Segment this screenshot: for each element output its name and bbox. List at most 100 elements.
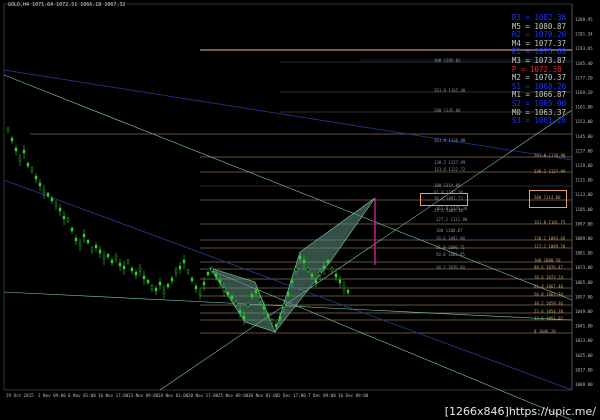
candle-body bbox=[314, 279, 318, 284]
candle-body bbox=[34, 175, 38, 180]
fib-label: 300 1185.02 bbox=[434, 58, 461, 63]
price-tick: 1153.00 bbox=[575, 119, 593, 124]
price-tick: 1137.00 bbox=[575, 148, 593, 153]
price-tick: 1161.00 bbox=[575, 105, 593, 110]
price-tick: 1097.00 bbox=[575, 221, 593, 226]
candle-body bbox=[114, 255, 118, 260]
price-chart[interactable]: 1209.95 1201.34 1193.65 1185.40 1177.20 1169.… bbox=[0, 0, 600, 420]
candle-body bbox=[302, 259, 306, 264]
price-tick: 1193.65 bbox=[575, 46, 593, 51]
candle-body bbox=[74, 237, 78, 242]
fib-label: 88.6 1076.47 bbox=[534, 265, 563, 270]
candle-body bbox=[286, 291, 290, 296]
fib-label: 127.2 1111.80 bbox=[436, 217, 468, 222]
candle-body bbox=[182, 259, 186, 264]
time-tick: 10 Nov 17:00 bbox=[98, 393, 129, 398]
price-tick: 1185.40 bbox=[575, 61, 593, 66]
candle-body bbox=[258, 297, 262, 302]
price-axis: 1209.95 1201.34 1193.65 1185.40 1177.20 1169.… bbox=[575, 17, 593, 387]
fib-label: 161.8 1136.98 bbox=[434, 138, 466, 143]
time-tick: 7 Dec 09:00 bbox=[308, 393, 336, 398]
candle-body bbox=[58, 207, 62, 212]
candle-body bbox=[50, 197, 54, 202]
candle-body bbox=[98, 249, 102, 254]
candle-body bbox=[90, 247, 94, 252]
candle-body bbox=[218, 279, 222, 284]
fib-label: 38.2 1059.36 bbox=[534, 301, 563, 306]
candle-body bbox=[338, 279, 342, 284]
candle-body bbox=[78, 242, 82, 247]
candle-body bbox=[290, 279, 294, 284]
fib-label: 238.2 1127.99 bbox=[534, 169, 566, 174]
candle-body bbox=[278, 315, 282, 320]
candle-body bbox=[118, 262, 122, 267]
price-tick: 1041.00 bbox=[575, 324, 593, 329]
candle-body bbox=[162, 289, 166, 294]
time-tick: 30 Nov 01:00 bbox=[248, 393, 279, 398]
time-tick: 29 Oct 2015 bbox=[6, 393, 34, 398]
candle-body bbox=[230, 295, 234, 300]
candle-body bbox=[234, 301, 238, 306]
candle-body bbox=[210, 267, 214, 272]
time-tick: 6 Nov 01:00 bbox=[68, 393, 96, 398]
candle-body bbox=[6, 127, 10, 132]
price-tick: 1129.00 bbox=[575, 163, 593, 168]
candle-body bbox=[158, 281, 162, 286]
price-tick: 1081.00 bbox=[575, 251, 593, 256]
candle-body bbox=[26, 162, 30, 167]
candle-body bbox=[170, 277, 174, 282]
candle-body bbox=[334, 273, 338, 278]
fib-label: 200 1145.88 bbox=[434, 108, 461, 113]
fib-label: 61.8 1102.70 bbox=[434, 190, 463, 195]
candle-body bbox=[70, 227, 74, 232]
candle-body bbox=[166, 283, 170, 288]
candle-body bbox=[254, 289, 258, 294]
candle-body bbox=[198, 291, 202, 296]
candle-body bbox=[82, 233, 86, 238]
pivot-level: S3 = 1061.26 bbox=[511, 116, 566, 126]
price-tick: 1025.00 bbox=[575, 353, 593, 358]
candle-body bbox=[62, 215, 66, 220]
candle-body bbox=[326, 259, 330, 264]
time-tick: 2 Dec 17:00 bbox=[278, 393, 306, 398]
fib-label: 0 1046.28 bbox=[534, 329, 556, 334]
price-tick: 1033.00 bbox=[575, 338, 593, 343]
fib-label: 100 1100.87 bbox=[436, 228, 463, 233]
fib-label: 261.8 1165.40 bbox=[434, 88, 466, 93]
candle-body bbox=[306, 267, 310, 272]
candle-body bbox=[142, 275, 146, 280]
candle-body bbox=[206, 271, 210, 276]
pivot-levels-panel: R3 = 1082.38 M5 = 1080.87 R2 = 1079.26 M4 =… bbox=[511, 13, 566, 126]
fib-label: 50.0 1063.78 bbox=[534, 292, 563, 297]
candle-body bbox=[342, 285, 346, 290]
fib-label: 23.6 1054.38 bbox=[534, 309, 563, 314]
candle-body bbox=[178, 265, 182, 270]
candle-body bbox=[318, 271, 322, 276]
fib-label: 61.8 1086.71 bbox=[436, 245, 465, 250]
candle-body bbox=[134, 271, 138, 276]
candle-body bbox=[310, 273, 314, 278]
price-tick: 1113.00 bbox=[575, 192, 593, 197]
price-tick: 1121.00 bbox=[575, 178, 593, 183]
candle-body bbox=[330, 267, 334, 272]
fib-label: 50.0 1082.85 bbox=[436, 252, 465, 257]
candle-body bbox=[186, 269, 190, 274]
price-tick: 1177.20 bbox=[575, 75, 593, 80]
watermark-text: [1266x846]https://upic.me/ bbox=[444, 405, 596, 418]
candle-body bbox=[246, 302, 250, 307]
time-tick: 18 Nov 01:00 bbox=[158, 393, 189, 398]
candle-body bbox=[238, 309, 242, 314]
candle-body bbox=[154, 287, 158, 292]
time-tick: 20 Nov 17:00 bbox=[188, 393, 219, 398]
price-tick: 1169.20 bbox=[575, 90, 593, 95]
candle-body bbox=[222, 287, 226, 292]
fib-label: 13.6 1051.02 bbox=[534, 316, 563, 321]
candle-body bbox=[10, 137, 14, 142]
candle-body bbox=[298, 255, 302, 260]
candle-body bbox=[138, 267, 142, 272]
candle-body bbox=[42, 189, 46, 194]
candle-body bbox=[130, 267, 134, 272]
price-tick: 1009.00 bbox=[575, 382, 593, 387]
price-tick: 1201.34 bbox=[575, 32, 593, 37]
candle-body bbox=[102, 255, 106, 260]
